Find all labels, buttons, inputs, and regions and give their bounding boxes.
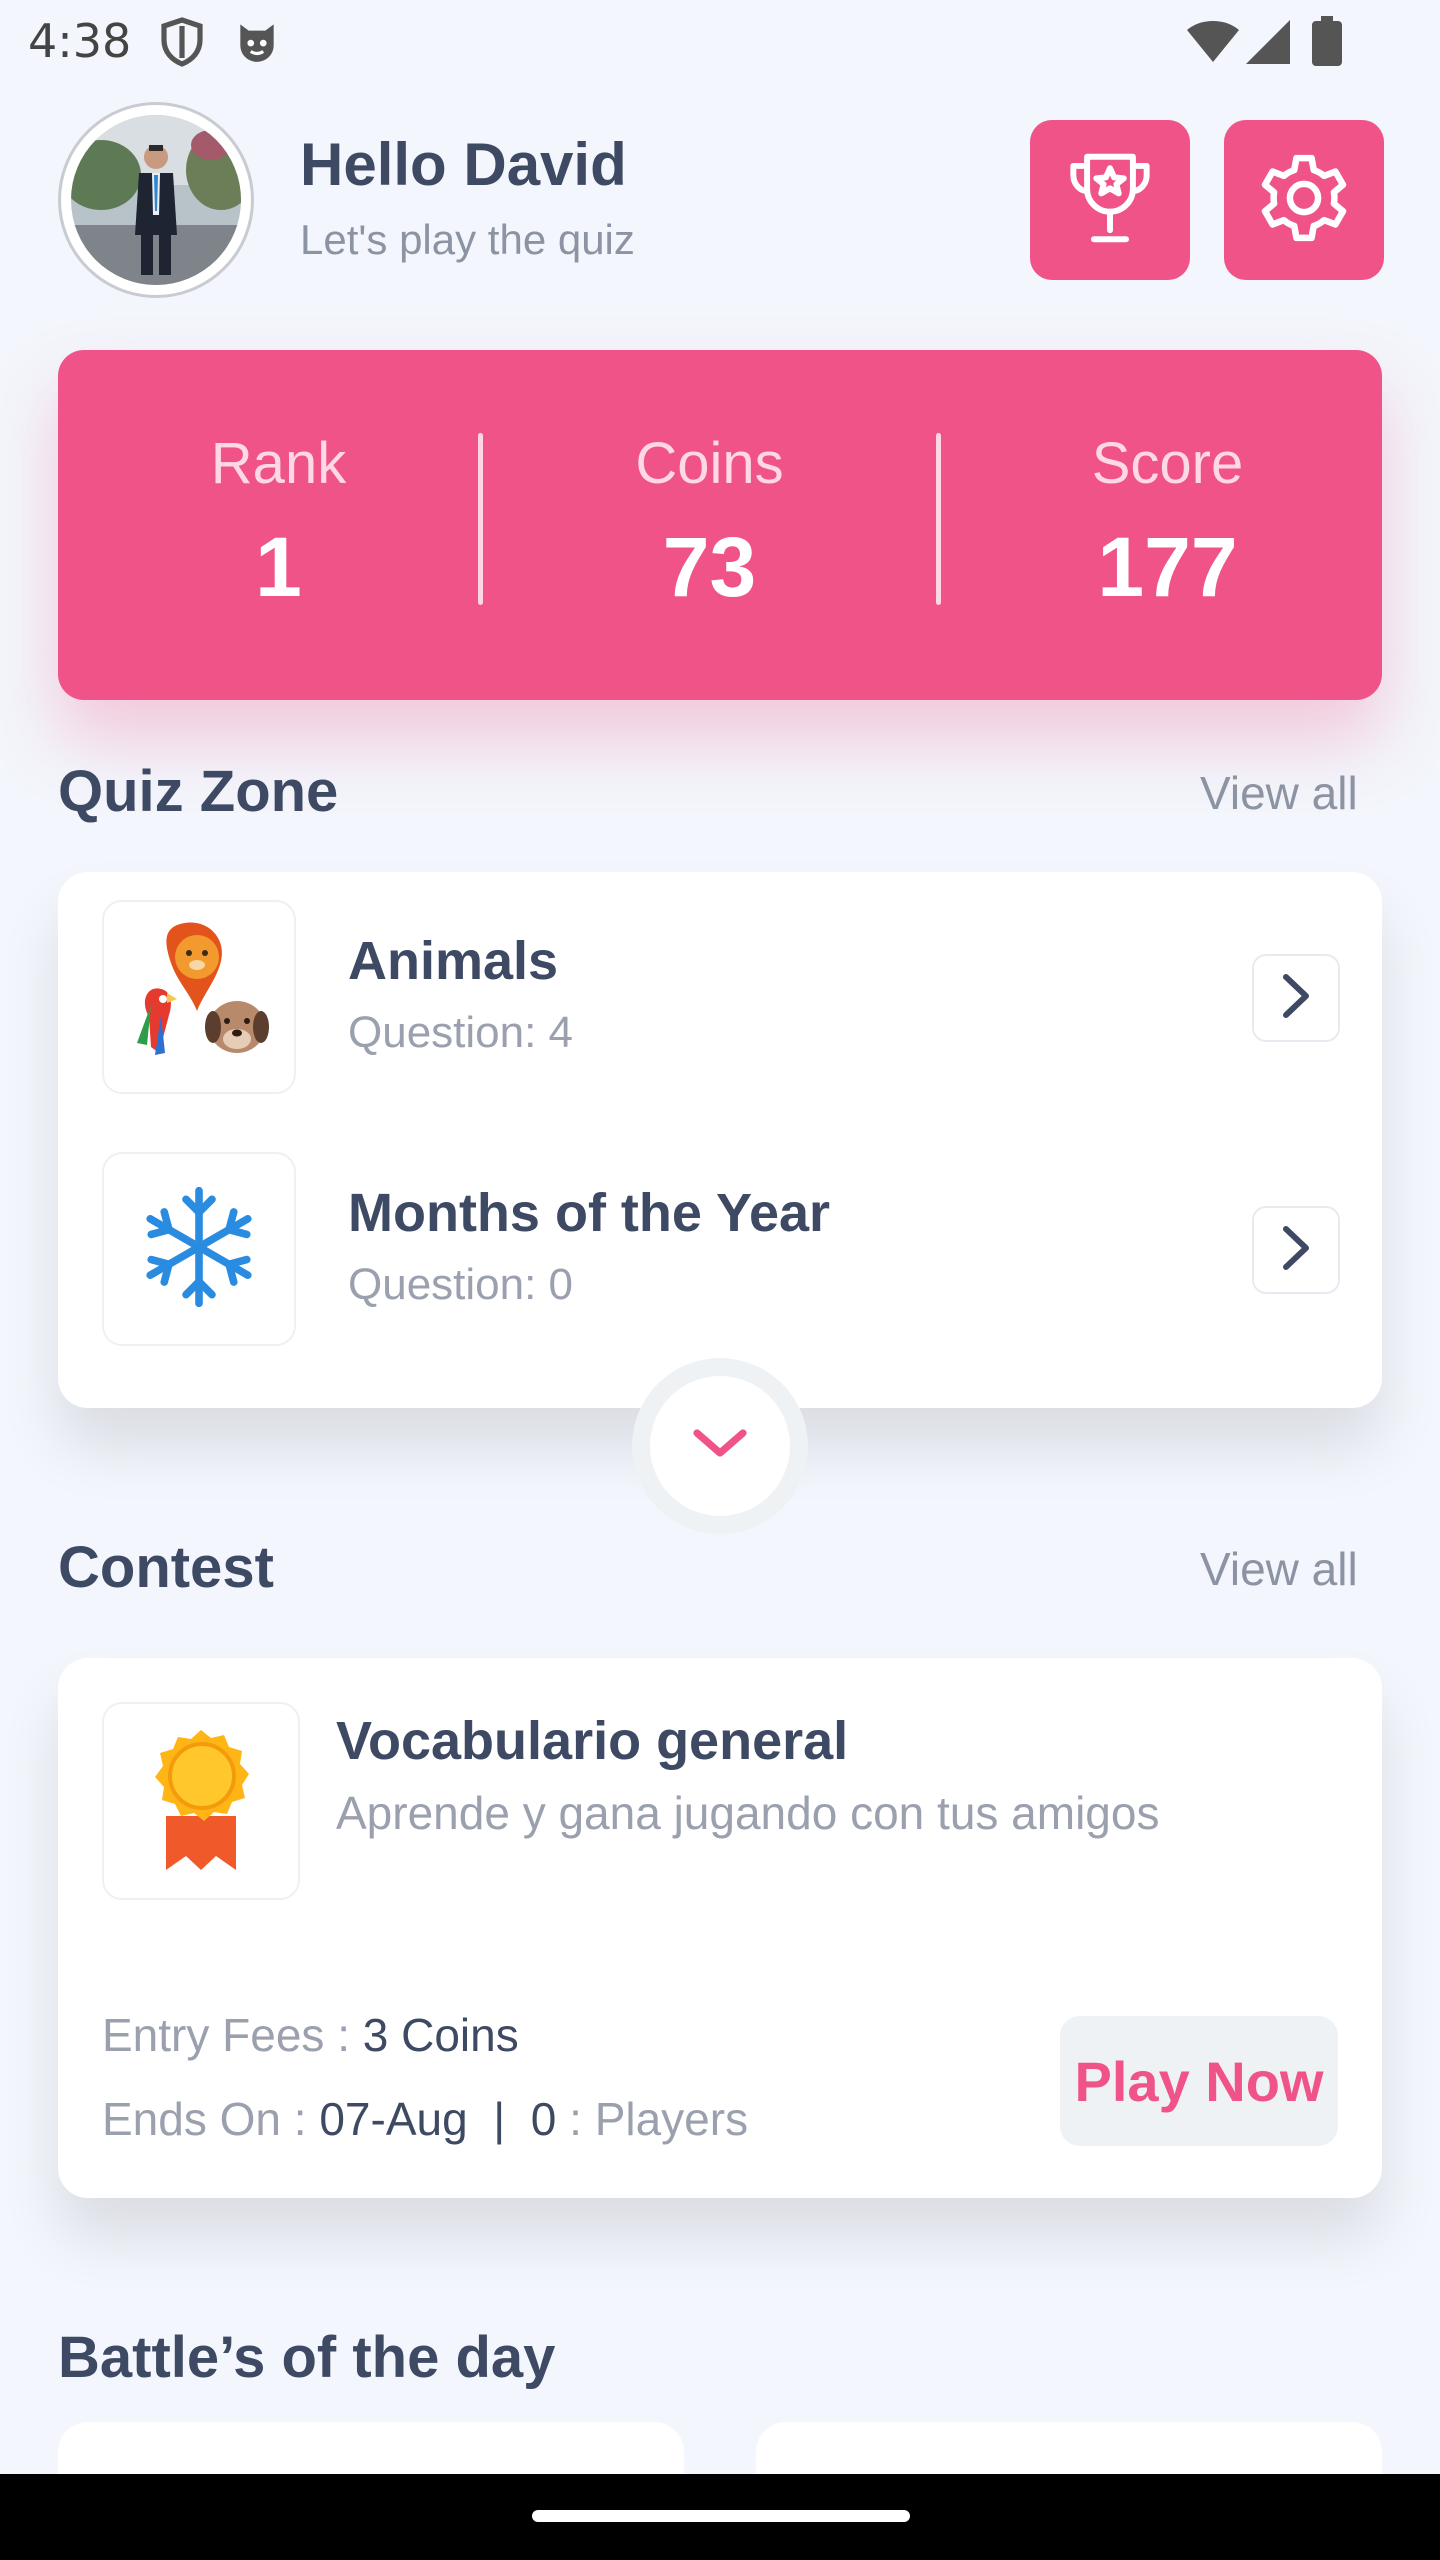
quiz-item-title: Animals (348, 931, 559, 991)
quiz-item-subtitle: Question: 4 (348, 1008, 574, 1057)
stat-divider (478, 433, 483, 605)
chevron-right-icon (1276, 1223, 1316, 1278)
contest-card-description: Aprende y gana jugando con tus amigos (336, 1787, 1160, 1839)
contest-title: Contest (58, 1535, 274, 1600)
entry-fees-line: Entry Fees : 3 Coins (102, 2008, 519, 2062)
battles-title: Battle’s of the day (58, 2325, 556, 2390)
greeting-title: Hello David (300, 131, 627, 198)
quiz-item-open-button[interactable] (1252, 1206, 1340, 1294)
stat-divider (936, 433, 941, 605)
shield-icon (158, 16, 206, 73)
contest-card-title: Vocabulario general (336, 1711, 849, 1771)
cat-face-icon (232, 16, 282, 71)
quiz-item-open-button[interactable] (1252, 954, 1340, 1042)
score-stat: Score 177 (947, 350, 1388, 700)
expand-quiz-list-button[interactable] (632, 1358, 808, 1534)
quiz-zone-card: Animals Question: 4 Months of the Year Q… (58, 872, 1382, 1408)
players-label: : Players (556, 2093, 749, 2145)
contest-icon-box (102, 1702, 300, 1900)
avatar[interactable] (58, 102, 254, 298)
greeting-subtitle: Let's play the quiz (300, 216, 635, 263)
quiz-item-subtitle: Question: 0 (348, 1260, 574, 1309)
ends-on-line: Ends On : 07-Aug | 0 : Players (102, 2092, 748, 2146)
quiz-item-icon-box (102, 1152, 296, 1346)
home-gesture-handle[interactable] (532, 2510, 910, 2522)
chevron-down-icon (691, 1427, 749, 1466)
expand-button-inner (650, 1376, 790, 1516)
quiz-item-months[interactable]: Months of the Year Question: 0 (58, 1152, 1382, 1352)
coins-label: Coins (635, 431, 784, 496)
leaderboard-button[interactable] (1030, 120, 1190, 280)
coins-value: 73 (662, 520, 757, 614)
settings-button[interactable] (1224, 120, 1384, 280)
trophy-icon (1055, 143, 1165, 258)
gear-icon (1252, 146, 1356, 255)
play-now-button[interactable]: Play Now (1060, 2016, 1338, 2146)
quiz-zone-title: Quiz Zone (58, 759, 339, 824)
quiz-item-animals[interactable]: Animals Question: 4 (58, 900, 1382, 1100)
score-value: 177 (1097, 520, 1238, 614)
entry-fees-value: 3 Coins (362, 2009, 519, 2061)
players-count: 0 (530, 2093, 557, 2145)
contest-view-all-link[interactable]: View all (1200, 1542, 1358, 1596)
rank-stat: Rank 1 (58, 350, 499, 700)
meta-separator: | (493, 2093, 506, 2145)
entry-fees-label: Entry Fees : (102, 2009, 363, 2061)
chevron-right-icon (1276, 971, 1316, 1026)
status-time: 4:38 (28, 14, 132, 68)
battery-icon (1312, 16, 1342, 71)
quiz-zone-view-all-link[interactable]: View all (1200, 766, 1358, 820)
ends-on-value: 07-Aug (319, 2093, 468, 2145)
quiz-item-icon-box (102, 900, 296, 1094)
animals-icon (119, 915, 279, 1080)
snowflake-icon (134, 1182, 264, 1317)
avatar-photo (71, 115, 241, 285)
stats-card: Rank 1 Coins 73 Score 177 (58, 350, 1382, 700)
medal-icon (136, 1724, 266, 1879)
wifi-icon (1186, 20, 1240, 69)
score-label: Score (1091, 431, 1244, 496)
rank-value: 1 (255, 520, 302, 614)
quiz-item-title: Months of the Year (348, 1183, 831, 1243)
ends-on-label: Ends On : (102, 2093, 320, 2145)
coins-stat: Coins 73 (489, 350, 930, 700)
signal-icon (1246, 20, 1292, 69)
rank-label: Rank (210, 431, 347, 496)
